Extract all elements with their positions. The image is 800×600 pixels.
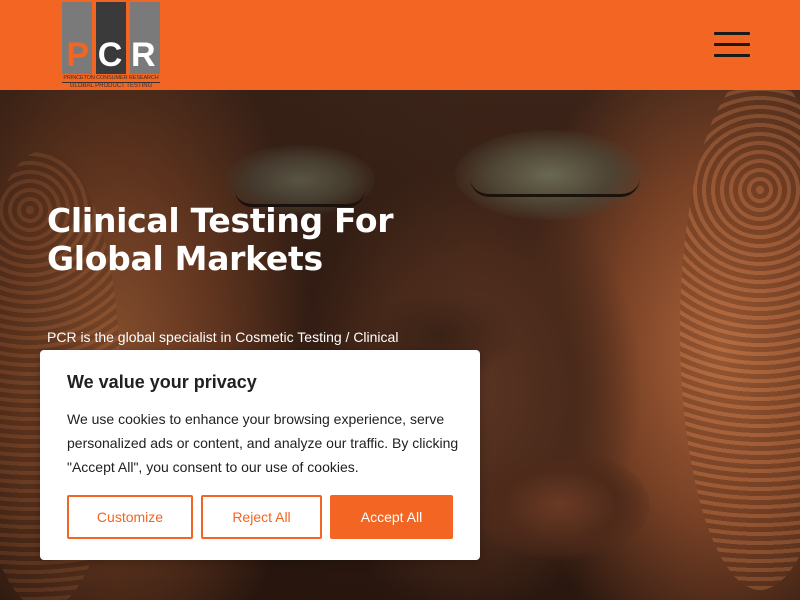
cookie-message: We use cookies to enhance your browsing … xyxy=(67,411,459,475)
hero-title-line: Global Markets xyxy=(47,239,323,278)
cookie-consent-banner: We value your privacy We use cookies to … xyxy=(40,350,480,560)
hero-title-line: Clinical Testing For xyxy=(47,201,394,240)
logo-letter-p: P xyxy=(66,36,90,74)
logo-tagline: GLOBAL PRODUCT TESTING xyxy=(62,82,160,89)
reject-all-button[interactable]: Reject All xyxy=(201,495,322,539)
pcr-logo[interactable]: P C R PRINCETON CONSUMER RESEARCH GLOBAL… xyxy=(62,2,160,89)
hero-description: PCR is the global specialist in Cosmetic… xyxy=(47,329,399,345)
customize-button[interactable]: Customize xyxy=(67,495,193,539)
hamburger-line xyxy=(714,43,750,46)
logo-letter-c: C xyxy=(97,36,123,74)
hero-title: Clinical Testing For Global Markets xyxy=(47,202,467,278)
logo-letters: P C R xyxy=(62,38,160,72)
logo-subtitle: PRINCETON CONSUMER RESEARCH xyxy=(63,75,159,81)
site-header: P C R PRINCETON CONSUMER RESEARCH GLOBAL… xyxy=(0,0,800,90)
logo-letter-r: R xyxy=(131,36,156,74)
hamburger-line xyxy=(714,32,750,35)
cookie-title: We value your privacy xyxy=(67,372,257,392)
accept-all-button[interactable]: Accept All xyxy=(330,495,453,539)
hamburger-menu-icon[interactable] xyxy=(714,32,750,58)
hamburger-line xyxy=(714,54,750,57)
